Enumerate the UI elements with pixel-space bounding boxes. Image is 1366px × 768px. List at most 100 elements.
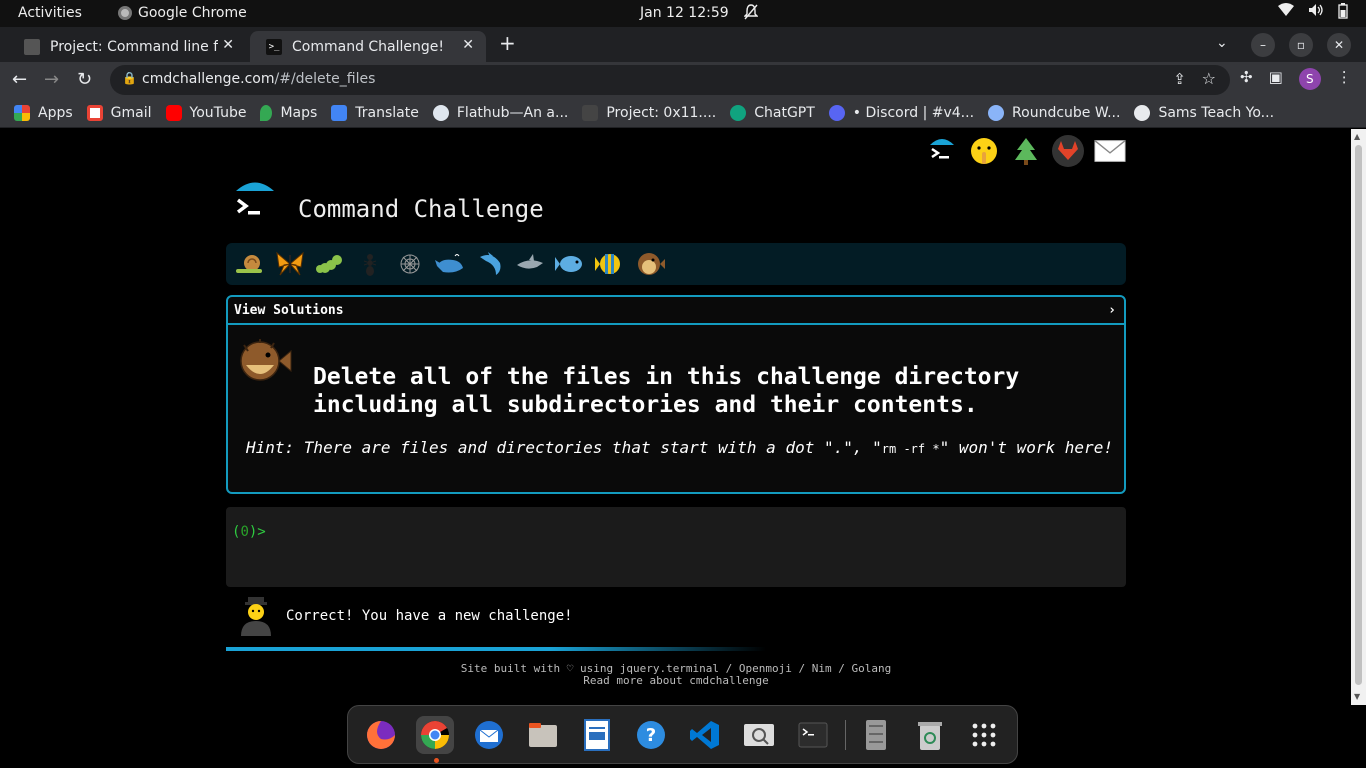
chatgpt-icon (730, 104, 747, 121)
bookmark-roundcube[interactable]: Roundcube W... (988, 104, 1120, 121)
tab-title: Command Challenge! (292, 38, 445, 55)
bookmark-gmail[interactable]: Gmail (86, 104, 152, 121)
cmdchallenge-icon[interactable] (926, 135, 958, 167)
site-logo-icon[interactable] (232, 180, 278, 226)
chrome-icon (118, 6, 132, 20)
caterpillar-icon[interactable] (314, 248, 346, 280)
spider-web-icon[interactable] (394, 248, 426, 280)
url-text[interactable]: cmdchallenge.com/#/delete_files (142, 71, 375, 87)
chrome-icon[interactable] (416, 716, 454, 754)
thunderbird-icon[interactable] (470, 716, 508, 754)
activities-button[interactable]: Activities (18, 5, 82, 21)
new-tab-button[interactable]: + (499, 31, 516, 55)
blowfish-icon (236, 337, 292, 385)
apps-grid-icon (14, 104, 30, 121)
close-tab-icon[interactable]: ✕ (462, 37, 474, 53)
minimize-icon[interactable]: – (1251, 33, 1275, 57)
scroll-up-icon[interactable]: ▲ (1354, 132, 1360, 141)
scrollbar-thumb[interactable] (1355, 145, 1362, 685)
tab-strip: Project: Command line for ✕ >_ Command C… (0, 27, 1366, 62)
lock-icon[interactable]: 🔒 (122, 71, 137, 85)
reload-icon[interactable]: ↻ (77, 69, 92, 90)
address-bar[interactable]: 🔒 cmdchallenge.com/#/delete_files ⇪ ☆ (110, 65, 1230, 95)
share-icon[interactable]: ⇪ (1173, 70, 1186, 88)
snail-icon[interactable] (234, 248, 266, 280)
ant-icon[interactable] (354, 248, 386, 280)
challenge-line-1: Delete all of the files in this challeng… (313, 364, 1020, 390)
email-icon[interactable] (1094, 135, 1126, 167)
maximize-icon[interactable]: ▫ (1289, 33, 1313, 57)
globe-icon (1134, 104, 1151, 121)
tab-command-challenge[interactable]: >_ Command Challenge! ✕ (250, 31, 486, 62)
bookmarks-bar: Apps Gmail YouTube Maps Translate Flathu… (0, 98, 1366, 128)
bookmark-translate[interactable]: Translate (331, 104, 419, 121)
bookmark-discord[interactable]: • Discord | #v4... (828, 104, 974, 121)
tab-search-chevron-down-icon[interactable]: ⌄ (1216, 35, 1228, 51)
bookmark-sams[interactable]: Sams Teach Yo... (1134, 104, 1274, 121)
shushing-face-icon[interactable] (968, 135, 1000, 167)
window-controls: – ▫ ✕ (1251, 33, 1351, 57)
files-icon[interactable] (524, 716, 562, 754)
disks-icon[interactable] (857, 716, 895, 754)
bookmark-star-icon[interactable]: ☆ (1202, 69, 1216, 88)
web-page: Command Challenge View Solutions › Delet… (0, 129, 1351, 705)
trash-icon[interactable] (911, 716, 949, 754)
bookmark-youtube[interactable]: YouTube (165, 104, 246, 121)
bookmark-project[interactable]: Project: 0x11.... (582, 104, 716, 121)
help-icon[interactable]: ? (632, 716, 670, 754)
close-window-icon[interactable]: ✕ (1327, 33, 1351, 57)
tab-project[interactable]: Project: Command line for ✕ (8, 31, 246, 62)
view-solutions-toggle[interactable]: View Solutions › (228, 297, 1124, 325)
view-solutions-label: View Solutions (234, 302, 344, 318)
blowfish-icon[interactable] (634, 248, 666, 280)
forward-arrow-icon[interactable]: → (44, 69, 59, 90)
page-scrollbar[interactable]: ▲ ▼ (1351, 129, 1366, 705)
bookmark-chatgpt[interactable]: ChatGPT (730, 104, 815, 121)
close-tab-icon[interactable]: ✕ (222, 37, 234, 53)
running-indicator (434, 758, 439, 763)
show-apps-icon[interactable] (965, 716, 1003, 754)
fish-icon[interactable] (554, 248, 586, 280)
side-panel-icon[interactable]: ▣ (1269, 68, 1283, 90)
profile-avatar[interactable]: S (1298, 68, 1321, 90)
volume-icon (1308, 3, 1324, 23)
toolbar-actions: ✣ ▣ S ⋮ (1240, 68, 1352, 90)
whale-icon[interactable] (434, 248, 466, 280)
read-more-link[interactable]: Read more about cmdchallenge (226, 675, 1126, 687)
svg-text:?: ? (646, 725, 656, 746)
system-menu[interactable] (1278, 3, 1348, 23)
vscode-icon[interactable] (686, 716, 724, 754)
challenge-hint: Hint: There are files and directories th… (246, 438, 1113, 457)
terminal-icon[interactable] (794, 716, 832, 754)
gitlab-icon[interactable] (1052, 135, 1084, 167)
scroll-down-icon[interactable]: ▼ (1354, 692, 1360, 701)
tropical-fish-icon[interactable] (594, 248, 626, 280)
screenshot-icon[interactable] (740, 716, 778, 754)
shark-icon[interactable] (514, 248, 546, 280)
roundcube-icon (988, 104, 1005, 121)
terminal[interactable]: (0)> (226, 507, 1126, 587)
project-favicon-icon (24, 38, 40, 55)
success-text: Correct! You have a new challenge! (286, 608, 573, 624)
extensions-puzzle-icon[interactable]: ✣ (1240, 68, 1253, 90)
bookmark-maps[interactable]: Maps (260, 104, 317, 121)
tree-icon[interactable] (1010, 135, 1042, 167)
gnome-top-bar: Activities Google Chrome Jan 12 12:59 (0, 0, 1366, 27)
translate-icon (331, 104, 348, 121)
clock[interactable]: Jan 12 12:59 (640, 5, 729, 21)
dolphin-icon[interactable] (474, 248, 506, 280)
app-menu-label: Google Chrome (138, 5, 247, 21)
project-icon (582, 104, 599, 121)
battery-icon (1338, 3, 1348, 23)
back-arrow-icon[interactable]: ← (12, 69, 27, 90)
app-menu[interactable]: Google Chrome (118, 5, 247, 21)
writer-icon[interactable] (578, 716, 616, 754)
bookmark-apps[interactable]: Apps (14, 104, 73, 121)
bookmark-flathub[interactable]: Flathub—An a... (432, 104, 568, 121)
terminal-prompt: (0)> (232, 524, 266, 540)
dock-separator (845, 720, 846, 750)
menu-kebab-icon[interactable]: ⋮ (1337, 68, 1352, 90)
firefox-icon[interactable] (362, 716, 400, 754)
challenge-description: Delete all of the files in this challeng… (313, 363, 1093, 419)
butterfly-icon[interactable] (274, 248, 306, 280)
